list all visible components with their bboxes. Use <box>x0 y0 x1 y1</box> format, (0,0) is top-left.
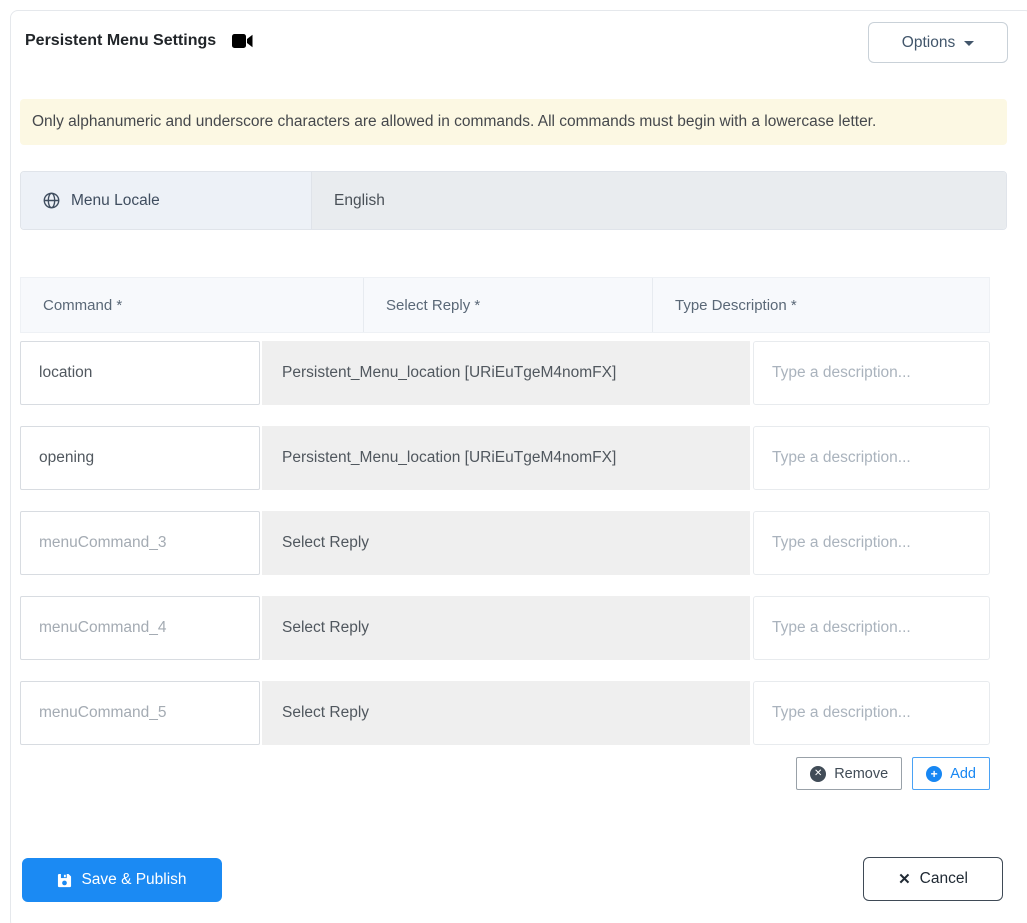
column-header-select-reply: Select Reply * <box>364 278 653 332</box>
remove-row-button[interactable]: ✕ Remove <box>796 757 903 790</box>
x-icon: ✕ <box>898 871 911 888</box>
menu-locale-value: English <box>312 172 1006 229</box>
description-input[interactable] <box>753 426 990 490</box>
table-rows: Persistent_Menu_location [URiEuTgeM4nomF… <box>20 341 990 766</box>
row-actions: ✕ Remove + Add <box>20 757 990 790</box>
save-publish-button[interactable]: Save & Publish <box>22 858 222 902</box>
command-input[interactable] <box>20 596 260 660</box>
menu-locale-group: Menu Locale English <box>20 171 1007 230</box>
select-reply-cell[interactable]: Persistent_Menu_location [URiEuTgeM4nomF… <box>262 426 750 490</box>
description-input[interactable] <box>753 596 990 660</box>
description-input[interactable] <box>753 341 990 405</box>
remove-button-label: Remove <box>834 765 889 782</box>
menu-locale-label: Menu Locale <box>21 172 312 229</box>
column-header-type-description: Type Description * <box>675 296 797 314</box>
warning-banner-text: Only alphanumeric and underscore charact… <box>32 113 877 130</box>
table-row: Persistent_Menu_location [URiEuTgeM4nomF… <box>20 341 990 405</box>
cancel-button[interactable]: ✕ Cancel <box>863 857 1003 901</box>
floppy-save-icon <box>57 873 72 888</box>
save-publish-button-label: Save & Publish <box>81 871 187 888</box>
camera-video-icon <box>232 34 253 48</box>
commands-table-header: Command * Select Reply * Type Descriptio… <box>20 277 990 333</box>
x-circle-icon: ✕ <box>810 765 827 782</box>
warning-banner: Only alphanumeric and underscore charact… <box>20 99 1007 145</box>
command-input[interactable] <box>20 681 260 745</box>
select-reply-cell-text: Select Reply <box>282 619 370 636</box>
table-row: Select Reply <box>20 511 990 575</box>
plus-circle-icon: + <box>926 765 943 782</box>
persistent-menu-settings-panel: Persistent Menu Settings Options Only al… <box>0 0 1027 923</box>
column-header-command: Command * <box>21 278 364 332</box>
table-row: Select Reply <box>20 681 990 745</box>
select-reply-cell[interactable]: Select Reply <box>262 511 750 575</box>
select-reply-cell[interactable]: Select Reply <box>262 596 750 660</box>
table-row: Select Reply <box>20 596 990 660</box>
options-button[interactable]: Options <box>868 22 1008 63</box>
menu-locale-label-text: Menu Locale <box>71 191 160 209</box>
select-reply-cell[interactable]: Select Reply <box>262 681 750 745</box>
caret-down-icon <box>964 41 975 46</box>
cancel-button-label: Cancel <box>919 870 968 887</box>
select-reply-cell-text: Select Reply <box>282 704 370 721</box>
select-reply-cell-text: Select Reply <box>282 534 370 551</box>
select-reply-cell[interactable]: Persistent_Menu_location [URiEuTgeM4nomF… <box>262 341 750 405</box>
select-reply-cell-text: Persistent_Menu_location [URiEuTgeM4nomF… <box>282 449 617 466</box>
menu-locale-value-text: English <box>334 191 385 209</box>
command-input[interactable] <box>20 426 260 490</box>
command-input[interactable] <box>20 341 260 405</box>
page-title: Persistent Menu Settings <box>25 32 217 49</box>
options-button-label: Options <box>901 33 956 51</box>
globe-icon <box>43 192 60 209</box>
description-input[interactable] <box>753 511 990 575</box>
description-input[interactable] <box>753 681 990 745</box>
command-input[interactable] <box>20 511 260 575</box>
header: Persistent Menu Settings <box>25 32 253 50</box>
select-reply-cell-text: Persistent_Menu_location [URiEuTgeM4nomF… <box>282 364 617 381</box>
add-button-label: Add <box>950 765 976 782</box>
table-row: Persistent_Menu_location [URiEuTgeM4nomF… <box>20 426 990 490</box>
add-row-button[interactable]: + Add <box>912 757 990 790</box>
